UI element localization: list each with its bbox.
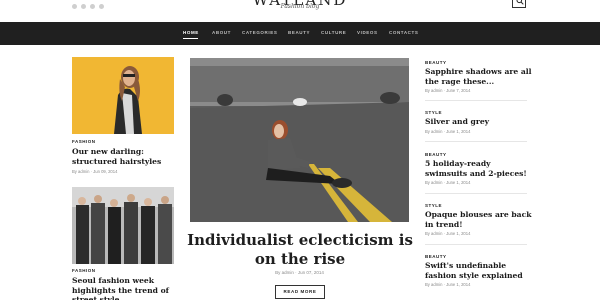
post-title[interactable]: 5 holiday-ready swimsuits and 2-pieces! — [425, 159, 533, 178]
post-image-hairstyles[interactable] — [72, 57, 174, 134]
hero-meta: By admin · Jun 07, 2014 — [275, 270, 324, 275]
hero-title[interactable]: Individualist eclecticism is on the rise — [186, 231, 414, 269]
woman-portrait-image — [72, 57, 174, 134]
street-crowd-image — [72, 187, 174, 264]
post-image-seoul[interactable] — [72, 187, 174, 264]
road-portrait-image — [190, 58, 409, 222]
post-title[interactable]: Silver and grey — [425, 117, 533, 127]
post-meta: By admin · June 7, 2014 — [425, 88, 471, 93]
search-button[interactable] — [512, 0, 526, 8]
divider — [425, 244, 527, 245]
post-title[interactable]: Seoul fashion week highlights the trend … — [72, 276, 178, 300]
nav-item-home[interactable]: HOME — [183, 30, 199, 35]
post-title[interactable]: Swift's undefinable fashion style explai… — [425, 261, 533, 280]
post-category[interactable]: STYLE — [425, 110, 442, 115]
hero-image[interactable] — [190, 58, 409, 222]
post-category[interactable]: BEAUTY — [425, 60, 447, 65]
post-meta: By admin · June 1, 2014 — [425, 282, 471, 287]
divider — [425, 100, 527, 101]
nav-item-culture[interactable]: CULTURE — [321, 30, 346, 35]
nav-item-videos[interactable]: VIDEOS — [357, 30, 378, 35]
post-category[interactable]: FASHION — [72, 268, 96, 273]
post-title[interactable]: Our new darling: structured hairstyles — [72, 147, 176, 166]
post-title[interactable]: Sapphire shadows are all the rage these.… — [425, 67, 533, 86]
nav-item-beauty[interactable]: BEAUTY — [288, 30, 310, 35]
nav-item-about[interactable]: ABOUT — [212, 30, 231, 35]
post-meta: By admin · Jun 09, 2014 — [72, 169, 118, 174]
post-category[interactable]: FASHION — [72, 139, 96, 144]
divider — [425, 193, 527, 194]
post-meta: By admin · June 1, 2014 — [425, 129, 471, 134]
nav-item-contacts[interactable]: CONTACTS — [389, 30, 418, 35]
search-icon — [516, 0, 524, 5]
post-category[interactable]: BEAUTY — [425, 152, 447, 157]
main-nav: HOME ABOUT CATEGORIES BEAUTY CULTURE VID… — [0, 22, 600, 45]
read-more-button[interactable]: READ MORE — [275, 285, 325, 299]
post-meta: By admin · June 1, 2014 — [425, 231, 471, 236]
nav-active-indicator — [183, 38, 198, 39]
post-category[interactable]: STYLE — [425, 203, 442, 208]
post-meta: By admin · June 1, 2014 — [425, 180, 471, 185]
site-tagline: Fashion blog — [280, 3, 320, 10]
post-title[interactable]: Opaque blouses are back in trend! — [425, 210, 533, 229]
divider — [425, 141, 527, 142]
post-category[interactable]: BEAUTY — [425, 254, 447, 259]
site-header: WAYLAND Fashion blog — [0, 0, 600, 22]
nav-item-categories[interactable]: CATEGORIES — [242, 30, 277, 35]
